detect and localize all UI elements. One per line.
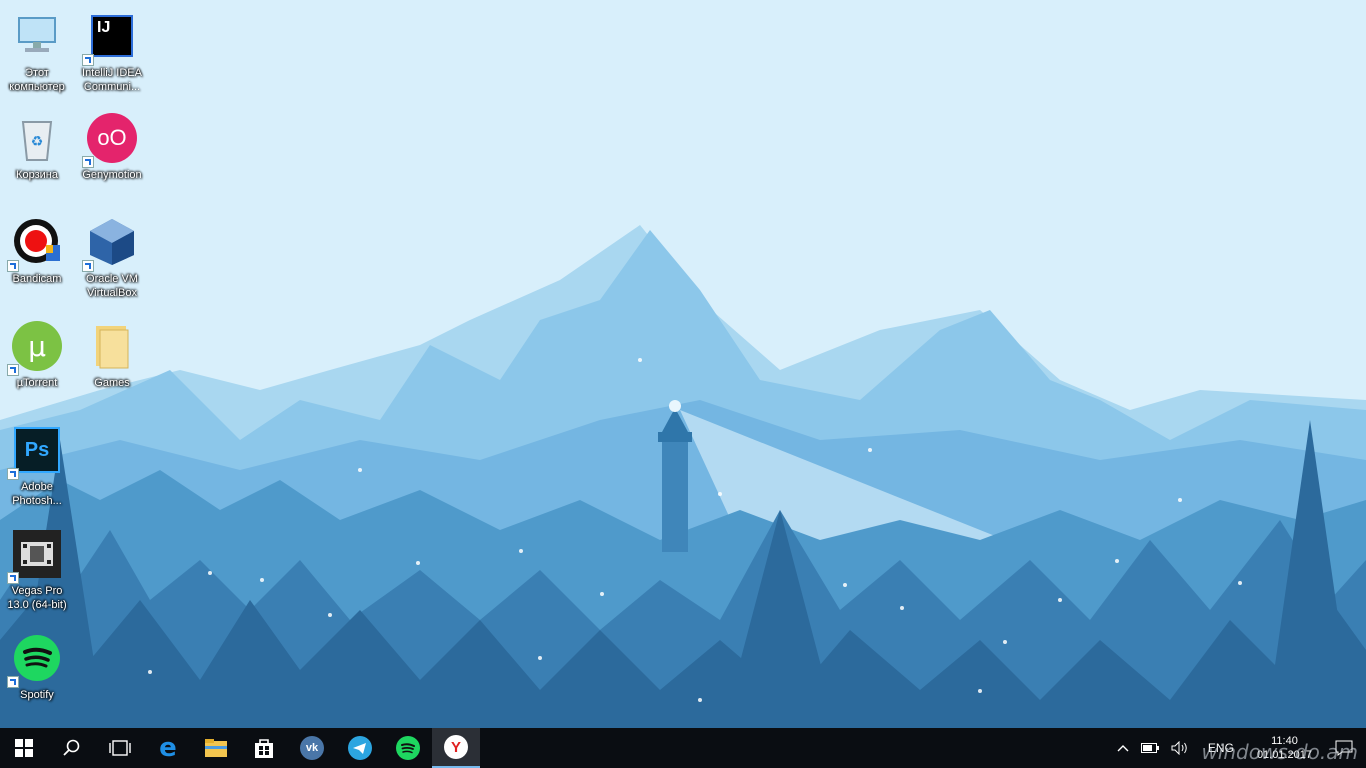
windows-icon [15, 739, 33, 757]
desktop-icon-label: IntelliJ IDEA Communi... [82, 67, 142, 93]
desktop-icon-label: Oracle VM VirtualBox [86, 273, 138, 299]
taskbar: e vk Y ENG 11:40 01.01.2017 windows-do.a… [0, 728, 1366, 768]
desktop-icon-label: Games [94, 377, 130, 389]
start-button[interactable] [0, 728, 48, 768]
intellij-icon: IJ [82, 10, 138, 66]
desktop-icon-label: Этот компьютер [9, 67, 65, 93]
spotify-taskbar-button[interactable] [384, 728, 432, 768]
clock-date: 01.01.2017 [1256, 749, 1312, 761]
desktop-icon-recycle-bin[interactable]: ♻ Корзина [0, 112, 74, 182]
folder-icon [205, 739, 227, 757]
store-icon [255, 739, 273, 758]
desktop-icon-utorrent[interactable]: µ µTorrent [0, 320, 74, 390]
action-center-button[interactable] [1322, 728, 1366, 768]
desktop-icon-this-pc[interactable]: Этот компьютер [0, 10, 74, 94]
desktop-icon-genymotion[interactable]: oO Genymotion [75, 112, 149, 182]
desktop-icon-label: Корзина [16, 169, 58, 181]
desktop-icon-label: Genymotion [82, 169, 142, 181]
notification-icon [1335, 740, 1353, 756]
desktop-icon-spotify[interactable]: Spotify [0, 632, 74, 702]
desktop-icon-virtualbox[interactable]: Oracle VM VirtualBox [75, 216, 149, 300]
folder-icon [86, 320, 138, 372]
vk-icon: vk [300, 736, 324, 760]
battery-button[interactable] [1135, 728, 1165, 768]
clock-time: 11:40 [1271, 735, 1298, 747]
search-icon [63, 739, 80, 756]
desktop-icon-label: Bandicam [12, 273, 62, 285]
desktop-icon-label: Adobe Photosh... [12, 481, 62, 507]
desktop-icon-games-folder[interactable]: Games [75, 320, 149, 390]
svg-text:µ: µ [28, 330, 46, 363]
edge-icon: e [159, 733, 177, 763]
telegram-icon [348, 736, 372, 760]
computer-icon [11, 10, 63, 62]
edge-button[interactable]: e [144, 728, 192, 768]
language-label: ENG [1207, 741, 1234, 755]
svg-text:♻: ♻ [31, 133, 44, 149]
vk-button[interactable]: vk [288, 728, 336, 768]
spotify-icon [396, 736, 420, 760]
utorrent-icon: µ [7, 320, 63, 376]
virtualbox-icon [82, 216, 138, 272]
clock[interactable]: 11:40 01.01.2017 [1247, 734, 1322, 762]
spotify-icon [7, 632, 63, 688]
desktop-icon-label: Vegas Pro 13.0 (64-bit) [7, 585, 67, 611]
task-view-button[interactable] [96, 728, 144, 768]
chevron-up-icon [1117, 745, 1129, 752]
desktop-icon-label: µTorrent [16, 377, 58, 389]
desktop-icon-label: Spotify [20, 689, 54, 701]
battery-icon [1140, 743, 1159, 753]
store-button[interactable] [240, 728, 288, 768]
search-button[interactable] [48, 728, 96, 768]
photoshop-icon: Ps [7, 424, 63, 480]
recycle-bin-icon: ♻ [11, 112, 63, 164]
file-explorer-button[interactable] [192, 728, 240, 768]
language-indicator[interactable]: ENG [1195, 728, 1247, 768]
system-tray: ENG 11:40 01.01.2017 [1111, 728, 1366, 768]
desktop-wallpaper [0, 0, 1366, 728]
show-hidden-icons-button[interactable] [1111, 728, 1135, 768]
yandex-icon: Y [444, 735, 468, 759]
desktop-icon-intellij[interactable]: IJ IntelliJ IDEA Communi... [75, 10, 149, 94]
volume-button[interactable] [1165, 728, 1195, 768]
genymotion-icon: oO [82, 112, 138, 168]
yandex-browser-button[interactable]: Y [432, 728, 480, 768]
desktop-icon-photoshop[interactable]: Ps Adobe Photosh... [0, 424, 74, 508]
desktop-icon-bandicam[interactable]: Bandicam [0, 216, 74, 286]
desktop-icon-vegas-pro[interactable]: Vegas Pro 13.0 (64-bit) [0, 528, 74, 612]
speaker-icon [1171, 741, 1187, 755]
task-view-icon [109, 740, 131, 756]
telegram-button[interactable] [336, 728, 384, 768]
bandicam-icon [7, 216, 63, 272]
vegas-icon [7, 528, 63, 584]
